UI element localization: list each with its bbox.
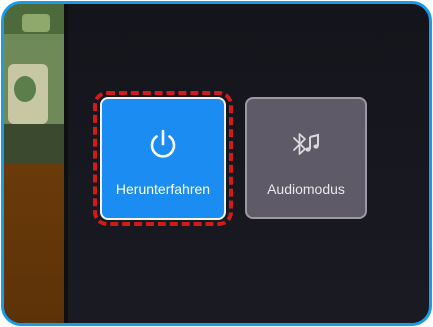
screen-frame: Herunterfahren Audiomodus (1, 1, 432, 326)
audio-mode-button[interactable]: Audiomodus (245, 97, 367, 219)
audio-mode-label: Audiomodus (267, 181, 345, 197)
background-content (4, 4, 64, 323)
background-image-bottom (4, 164, 64, 323)
power-off-button[interactable]: Herunterfahren (100, 97, 226, 220)
power-off-label: Herunterfahren (115, 181, 211, 197)
background-image-top (4, 4, 64, 164)
power-icon (102, 127, 224, 161)
bluetooth-music-icon (247, 127, 365, 161)
panel-divider (64, 4, 68, 323)
